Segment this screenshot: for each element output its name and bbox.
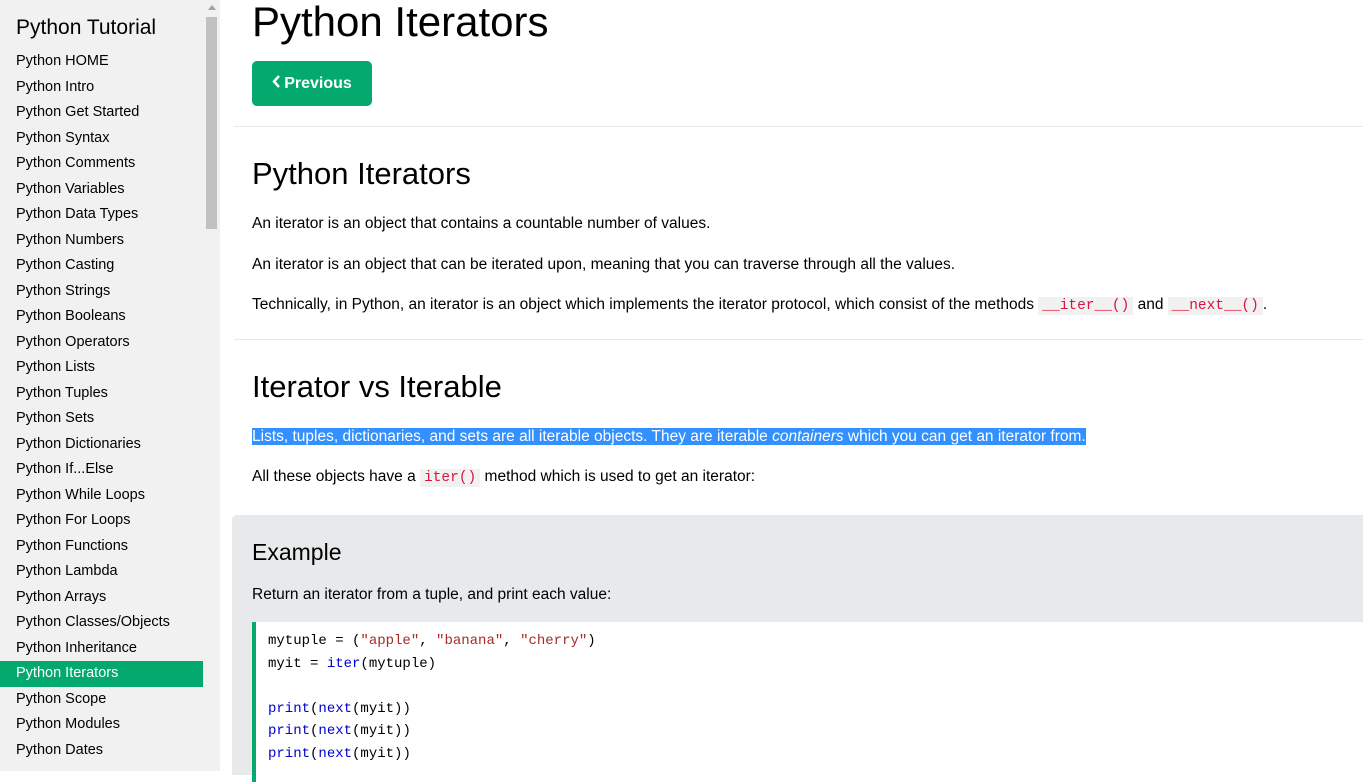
paragraph-iterable-objects: Lists, tuples, dictionaries, and sets ar… bbox=[252, 428, 1086, 446]
iterable-text-end: which you can get an iterator from. bbox=[843, 428, 1086, 445]
page-title: Python Iterators bbox=[252, 0, 549, 45]
code-string: "banana" bbox=[436, 633, 504, 649]
sidebar-item-sets[interactable]: Python Sets bbox=[0, 406, 203, 432]
protocol-period: . bbox=[1262, 296, 1268, 313]
sidebar-list: Python HOME Python Intro Python Get Star… bbox=[0, 49, 203, 763]
example-heading: Example bbox=[252, 539, 342, 565]
code-function: iter bbox=[326, 656, 361, 672]
paragraph-iterator-definition: An iterator is an object that contains a… bbox=[252, 215, 711, 232]
sidebar-item-numbers[interactable]: Python Numbers bbox=[0, 228, 203, 254]
sidebar-item-tuples[interactable]: Python Tuples bbox=[0, 381, 203, 407]
code-function: next bbox=[318, 701, 353, 717]
code-token: mytuple = ( bbox=[268, 633, 361, 649]
code-line-6: print(next(myit)) bbox=[268, 746, 411, 762]
section-heading-iterator-vs-iterable: Iterator vs Iterable bbox=[252, 369, 502, 404]
code-token: ) bbox=[587, 633, 596, 649]
divider bbox=[234, 126, 1363, 127]
code-line-2: myit = iter(mytuple) bbox=[268, 656, 436, 672]
code-line-4: print(next(myit)) bbox=[268, 701, 411, 717]
sidebar-item-if-else[interactable]: Python If...Else bbox=[0, 457, 203, 483]
code-function: next bbox=[318, 746, 353, 762]
protocol-text: Technically, in Python, an iterator is a… bbox=[252, 296, 1039, 313]
example-box: Example Return an iterator from a tuple,… bbox=[232, 515, 1363, 782]
sidebar-item-comments[interactable]: Python Comments bbox=[0, 151, 203, 177]
sidebar-item-get-started[interactable]: Python Get Started bbox=[0, 100, 203, 126]
sidebar-item-lists[interactable]: Python Lists bbox=[0, 355, 203, 381]
code-function: print bbox=[268, 723, 311, 739]
sidebar-item-for-loops[interactable]: Python For Loops bbox=[0, 508, 203, 534]
code-function: next bbox=[318, 723, 353, 739]
scroll-thumb[interactable] bbox=[206, 17, 217, 229]
code-line-1: mytuple = ("apple", "banana", "cherry") bbox=[268, 633, 596, 649]
paragraph-iterator-traverse: An iterator is an object that can be ite… bbox=[252, 256, 956, 273]
sidebar-item-while-loops[interactable]: Python While Loops bbox=[0, 483, 203, 509]
inline-code-iter: __iter__() bbox=[1038, 297, 1134, 315]
sidebar-item-arrays[interactable]: Python Arrays bbox=[0, 585, 203, 611]
code-string: "cherry" bbox=[520, 633, 588, 649]
sidebar-item-lambda[interactable]: Python Lambda bbox=[0, 559, 203, 585]
iter-method-text: All these objects have a bbox=[252, 468, 421, 485]
sidebar-item-operators[interactable]: Python Operators bbox=[0, 330, 203, 356]
iterable-text: Lists, tuples, dictionaries, and sets ar… bbox=[252, 428, 773, 445]
selected-text: Lists, tuples, dictionaries, and sets ar… bbox=[252, 428, 1086, 445]
main-content: Python Iterators Previous Python Iterato… bbox=[220, 0, 1363, 782]
code-block[interactable]: mytuple = ("apple", "banana", "cherry") … bbox=[252, 622, 1363, 782]
code-function: print bbox=[268, 701, 311, 717]
sidebar-item-modules[interactable]: Python Modules bbox=[0, 712, 203, 738]
code-line-5: print(next(myit)) bbox=[268, 723, 411, 739]
protocol-and-text: and bbox=[1133, 296, 1168, 313]
inline-code-iter-fn: iter() bbox=[420, 469, 481, 487]
sidebar-title: Python Tutorial bbox=[16, 16, 157, 39]
inline-code-next: __next__() bbox=[1167, 297, 1263, 315]
sidebar-item-strings[interactable]: Python Strings bbox=[0, 279, 203, 305]
paragraph-iterator-protocol: Technically, in Python, an iterator is a… bbox=[252, 296, 1268, 315]
divider bbox=[234, 339, 1363, 340]
example-description: Return an iterator from a tuple, and pri… bbox=[252, 586, 612, 603]
sidebar-item-casting[interactable]: Python Casting bbox=[0, 253, 203, 279]
code-token: (mytuple) bbox=[360, 656, 437, 672]
previous-button-label: Previous bbox=[284, 74, 352, 92]
sidebar-item-classes-objects[interactable]: Python Classes/Objects bbox=[0, 610, 203, 636]
code-string: "apple" bbox=[360, 633, 420, 649]
sidebar-item-booleans[interactable]: Python Booleans bbox=[0, 304, 203, 330]
paragraph-iter-method: All these objects have a iter() method w… bbox=[252, 468, 756, 487]
code-token: , bbox=[503, 633, 521, 649]
sidebar-item-inheritance[interactable]: Python Inheritance bbox=[0, 636, 203, 662]
sidebar-item-data-types[interactable]: Python Data Types bbox=[0, 202, 203, 228]
code-token: (myit)) bbox=[352, 701, 411, 717]
sidebar-item-dates[interactable]: Python Dates bbox=[0, 738, 203, 764]
scroll-up-arrow-icon[interactable] bbox=[203, 0, 220, 17]
previous-button[interactable]: Previous bbox=[252, 61, 372, 106]
section-heading-iterators: Python Iterators bbox=[252, 156, 471, 191]
sidebar-item-syntax[interactable]: Python Syntax bbox=[0, 126, 203, 152]
sidebar: Python Tutorial Python HOME Python Intro… bbox=[0, 0, 203, 771]
sidebar-item-scope[interactable]: Python Scope bbox=[0, 687, 203, 713]
code-function: print bbox=[268, 746, 311, 762]
sidebar-item-iterators[interactable]: Python Iterators bbox=[0, 661, 203, 687]
code-token: (myit)) bbox=[352, 723, 411, 739]
sidebar-item-dictionaries[interactable]: Python Dictionaries bbox=[0, 432, 203, 458]
code-token: (myit)) bbox=[352, 746, 411, 762]
sidebar-item-variables[interactable]: Python Variables bbox=[0, 177, 203, 203]
emphasis-containers: containers bbox=[772, 428, 844, 445]
code-token: myit = bbox=[268, 656, 327, 672]
sidebar-item-home[interactable]: Python HOME bbox=[0, 49, 203, 75]
sidebar-item-functions[interactable]: Python Functions bbox=[0, 534, 203, 560]
iter-method-text-end: method which is used to get an iterator: bbox=[480, 468, 756, 485]
chevron-left-icon bbox=[272, 74, 281, 93]
code-token: , bbox=[419, 633, 437, 649]
sidebar-scrollbar[interactable] bbox=[203, 0, 220, 771]
sidebar-item-intro[interactable]: Python Intro bbox=[0, 75, 203, 101]
